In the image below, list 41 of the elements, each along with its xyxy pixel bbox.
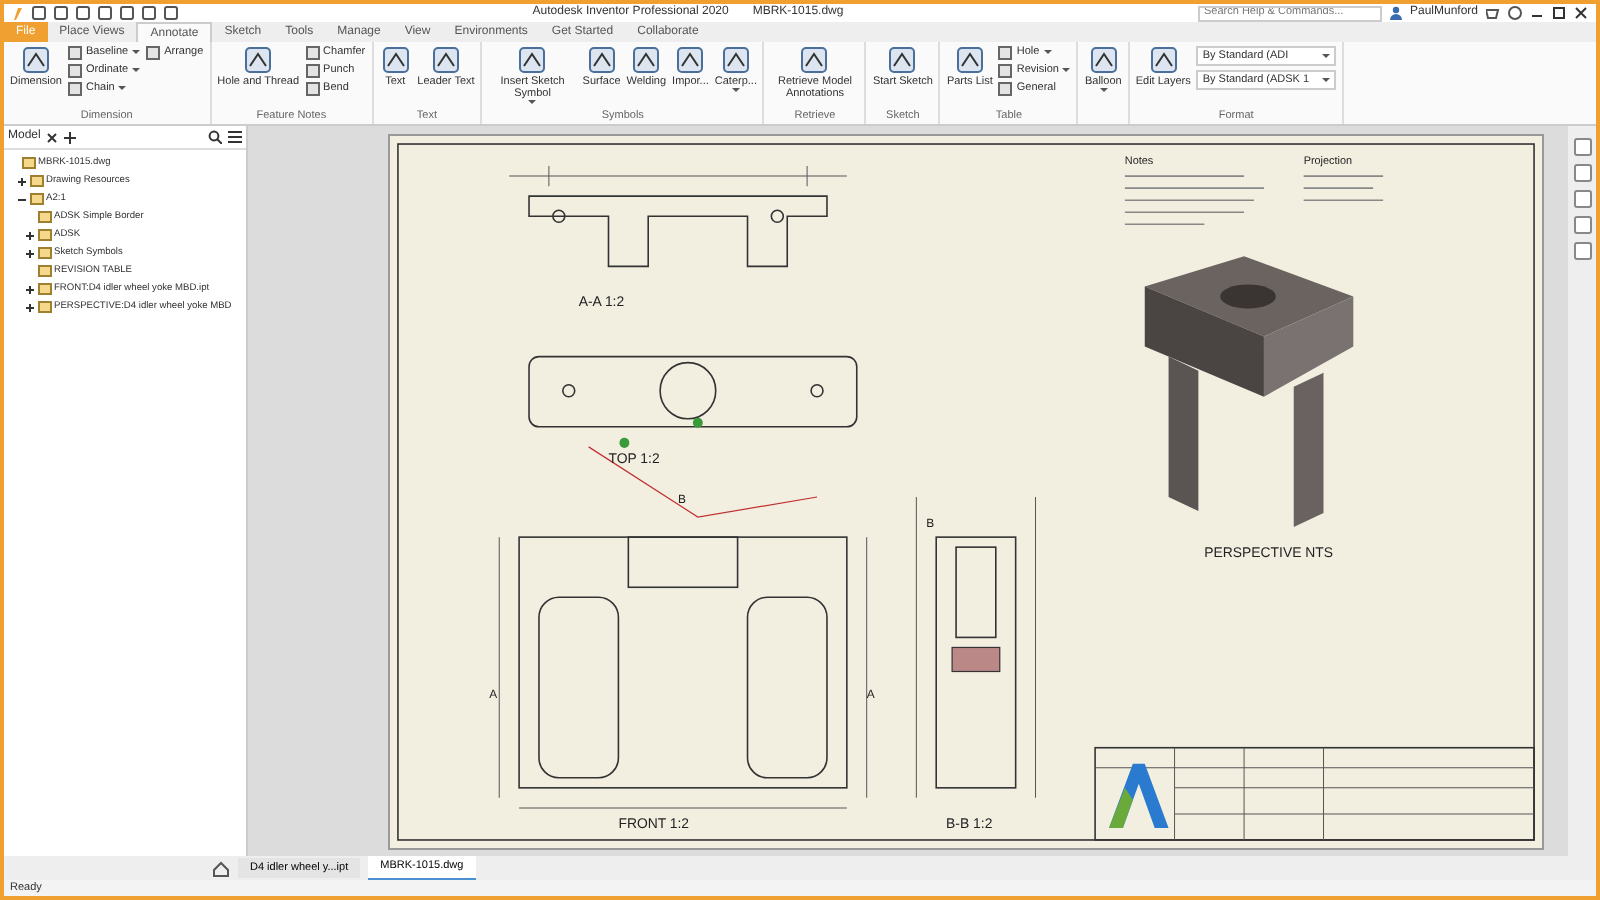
- tree-node-icon: [38, 300, 52, 314]
- collapse-icon[interactable]: [16, 193, 28, 205]
- autodesk-logo-icon: [1109, 763, 1169, 828]
- close-icon[interactable]: [46, 131, 59, 143]
- tool-icon: [798, 44, 831, 76]
- expand-icon[interactable]: [24, 247, 36, 259]
- tool-icon: [886, 44, 919, 76]
- caret-icon: [1322, 78, 1331, 82]
- tool-icon: [19, 44, 52, 76]
- tool-icon: [719, 44, 752, 76]
- tool-icon: [585, 44, 618, 76]
- tool-icon: [1147, 44, 1180, 76]
- tool-icon: [674, 44, 707, 76]
- tree-node-icon: [38, 210, 52, 224]
- add-tab-icon[interactable]: [64, 131, 77, 143]
- tree-node-icon: [38, 228, 52, 242]
- close-icon[interactable]: [1574, 6, 1589, 20]
- tool-icon: [953, 44, 986, 76]
- expand-icon[interactable]: [16, 175, 28, 187]
- tree-node-icon: [30, 192, 44, 206]
- tree-node-icon: [38, 264, 52, 278]
- expand-icon[interactable]: [24, 283, 36, 295]
- tree-node-icon: [22, 156, 36, 170]
- tool-icon: [379, 44, 412, 76]
- tool-icon: [516, 44, 549, 76]
- expand-icon[interactable]: [24, 229, 36, 241]
- tree-node-icon: [30, 174, 44, 188]
- caret-icon: [1322, 54, 1331, 58]
- cart-icon[interactable]: [1486, 7, 1501, 19]
- tool-icon: [630, 44, 663, 76]
- menu-icon[interactable]: [228, 130, 242, 144]
- tree-node-icon: [38, 246, 52, 260]
- maximize-icon[interactable]: [1552, 6, 1567, 20]
- tool-icon: [146, 45, 161, 59]
- tool-icon: [429, 44, 462, 76]
- expand-icon[interactable]: [24, 301, 36, 313]
- tool-icon: [242, 44, 275, 76]
- tree-node-icon: [38, 282, 52, 296]
- search-icon[interactable]: [208, 130, 222, 144]
- user-icon: [1389, 6, 1402, 20]
- tool-icon: [1087, 44, 1120, 76]
